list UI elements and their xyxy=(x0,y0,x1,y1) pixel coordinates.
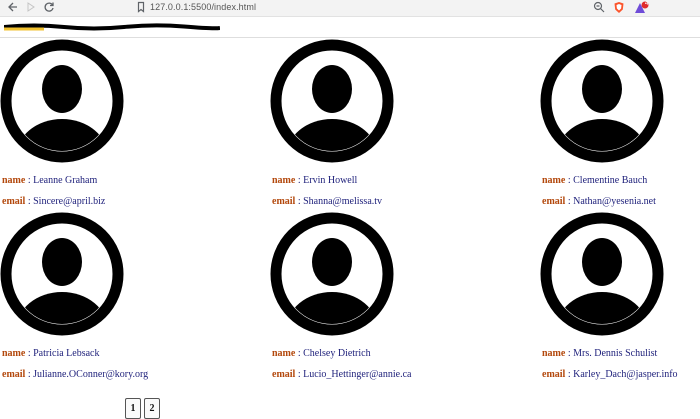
separator: : xyxy=(565,175,574,186)
email-label: email xyxy=(542,196,566,207)
brave-shield-icon[interactable] xyxy=(612,1,626,15)
name-label: name xyxy=(542,348,566,359)
avatar-icon xyxy=(270,212,394,336)
user-card: name : Mrs. Dennis Schulist email : Karl… xyxy=(540,212,700,385)
redacted-bookmarks xyxy=(4,23,220,31)
name-label: name xyxy=(2,175,26,186)
user-email: Karley_Dach@jasper.info xyxy=(573,369,678,380)
forward-icon[interactable] xyxy=(24,1,38,15)
user-email: Shanna@melissa.tv xyxy=(303,196,383,207)
user-card: name : Patricia Lebsack email : Julianne… xyxy=(0,212,215,385)
user-name: Patricia Lebsack xyxy=(33,348,100,359)
user-name-line: name : Patricia Lebsack xyxy=(2,348,99,359)
bookmark-icon[interactable] xyxy=(134,1,148,15)
name-label: name xyxy=(272,348,296,359)
user-email: Julianne.OConner@kory.org xyxy=(33,369,149,380)
separator: : xyxy=(295,348,304,359)
user-name-line: name : Chelsey Dietrich xyxy=(272,348,371,359)
email-label: email xyxy=(542,369,566,380)
browser-toolbar: 127.0.0.1:5500/index.html 4 xyxy=(0,0,700,17)
user-name-line: name : Leanne Graham xyxy=(2,175,97,186)
avatar-icon xyxy=(540,212,664,336)
separator: : xyxy=(565,369,574,380)
user-name: Leanne Graham xyxy=(33,175,98,186)
user-email: Sincere@april.biz xyxy=(33,196,106,207)
separator: : xyxy=(295,196,304,207)
separator: : xyxy=(25,175,34,186)
separator: : xyxy=(565,196,574,207)
rewards-badge: 4 xyxy=(644,1,649,7)
avatar-icon xyxy=(0,39,124,163)
email-label: email xyxy=(272,369,296,380)
name-label: name xyxy=(542,175,566,186)
page-2-button[interactable]: 2 xyxy=(144,398,160,419)
reload-icon[interactable] xyxy=(42,1,56,15)
user-card: name : Clementine Bauch email : Nathan@y… xyxy=(540,39,700,212)
separator: : xyxy=(295,175,304,186)
user-email: Lucio_Hettinger@annie.ca xyxy=(303,369,412,380)
name-label: name xyxy=(272,175,296,186)
email-label: email xyxy=(272,196,296,207)
user-name: Clementine Bauch xyxy=(573,175,648,186)
page-1-button[interactable]: 1 xyxy=(125,398,141,419)
user-email: Nathan@yesenia.net xyxy=(573,196,656,207)
avatar-icon xyxy=(270,39,394,163)
user-email-line: email : Nathan@yesenia.net xyxy=(542,196,656,207)
user-name: Mrs. Dennis Schulist xyxy=(573,348,658,359)
bookmarks-bar xyxy=(0,17,700,38)
back-icon[interactable] xyxy=(6,1,20,15)
user-name: Ervin Howell xyxy=(303,175,358,186)
zoom-icon[interactable] xyxy=(592,1,606,15)
user-email-line: email : Sincere@april.biz xyxy=(2,196,105,207)
user-name-line: name : Ervin Howell xyxy=(272,175,357,186)
email-label: email xyxy=(2,369,26,380)
user-card: name : Ervin Howell email : Shanna@melis… xyxy=(270,39,485,212)
user-email-line: email : Julianne.OConner@kory.org xyxy=(2,369,148,380)
avatar-icon xyxy=(540,39,664,163)
user-name-line: name : Clementine Bauch xyxy=(542,175,647,186)
separator: : xyxy=(565,348,574,359)
address-bar-url[interactable]: 127.0.0.1:5500/index.html xyxy=(150,2,256,12)
user-card: name : Chelsey Dietrich email : Lucio_He… xyxy=(270,212,485,385)
separator: : xyxy=(295,369,304,380)
user-name: Chelsey Dietrich xyxy=(303,348,371,359)
separator: : xyxy=(25,369,34,380)
user-email-line: email : Lucio_Hettinger@annie.ca xyxy=(272,369,411,380)
user-email-line: email : Shanna@melissa.tv xyxy=(272,196,382,207)
email-label: email xyxy=(2,196,26,207)
name-label: name xyxy=(2,348,26,359)
user-email-line: email : Karley_Dach@jasper.info xyxy=(542,369,678,380)
separator: : xyxy=(25,348,34,359)
avatar-icon xyxy=(0,212,124,336)
separator: : xyxy=(25,196,34,207)
user-name-line: name : Mrs. Dennis Schulist xyxy=(542,348,657,359)
user-card: name : Leanne Graham email : Sincere@apr… xyxy=(0,39,215,212)
